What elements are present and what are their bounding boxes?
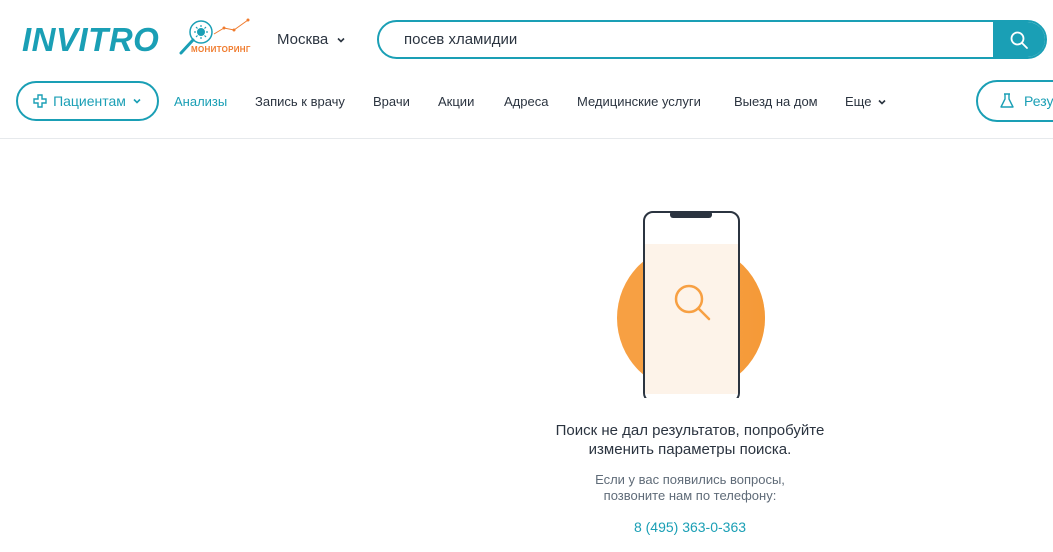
search-icon	[1010, 31, 1028, 49]
nav-item-addresses[interactable]: Адреса	[504, 94, 548, 110]
chevron-down-icon	[878, 99, 887, 105]
contact-hint-line-2: позвоните нам по телефону:	[603, 488, 777, 503]
monitoring-label: МОНИТОРИНГ	[191, 45, 251, 54]
nav-more[interactable]: Еще	[845, 94, 887, 110]
city-selector[interactable]: Москва	[277, 30, 346, 50]
nav-item-doctors[interactable]: Врачи	[373, 94, 410, 110]
contact-hint-line-1: Если у вас появились вопросы,	[595, 472, 785, 487]
nav-item-doctor-appointment[interactable]: Запись к врачу	[255, 94, 345, 110]
contact-hint: Если у вас появились вопросы, позвоните …	[540, 472, 840, 504]
search-button[interactable]	[993, 22, 1045, 57]
patients-label: Пациентам	[53, 93, 126, 109]
nav-item-medical-services[interactable]: Медицинские услуги	[577, 94, 701, 110]
city-label: Москва	[277, 31, 329, 48]
plus-icon	[33, 94, 47, 108]
no-results-message: Поиск не дал результатов, попробуйте изм…	[490, 421, 890, 459]
chevron-down-icon	[337, 37, 345, 43]
patients-button[interactable]: Пациентам	[16, 81, 159, 121]
results-label: Резу	[1024, 93, 1053, 109]
no-results-line-2: изменить параметры поиска.	[588, 441, 792, 458]
header-divider	[0, 138, 1053, 139]
no-results-illustration	[617, 211, 765, 398]
results-button[interactable]: Резу	[976, 80, 1053, 122]
nav-more-label: Еще	[845, 94, 872, 109]
no-results-line-1: Поиск не дал результатов, попробуйте	[555, 422, 825, 439]
chevron-down-icon	[133, 98, 141, 104]
flask-icon	[1000, 93, 1014, 108]
phone-link[interactable]: 8 (495) 363-0-363	[590, 519, 790, 535]
nav-item-home-visit[interactable]: Выезд на дом	[734, 94, 818, 110]
nav-item-promotions[interactable]: Акции	[438, 94, 474, 110]
invitro-logo[interactable]: INVITRO	[22, 22, 159, 58]
search-bar	[377, 20, 1047, 59]
nav-item-analyses[interactable]: Анализы	[174, 94, 227, 110]
search-input[interactable]	[379, 22, 993, 57]
